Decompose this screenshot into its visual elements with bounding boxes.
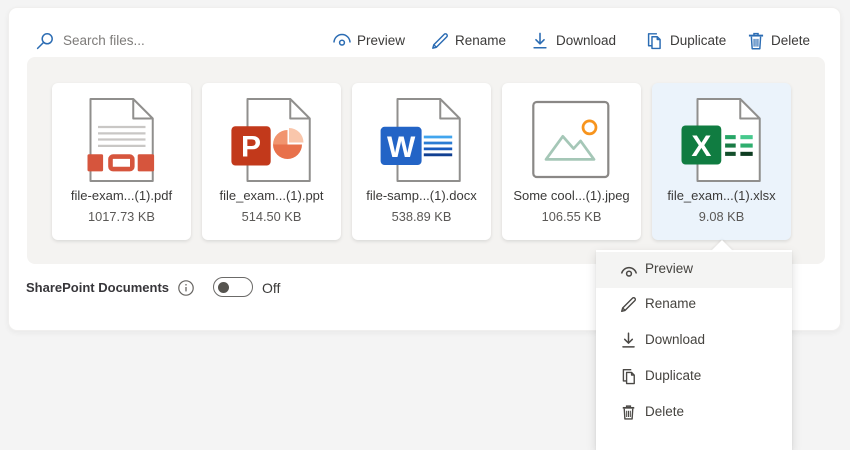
svg-text:P: P — [241, 131, 261, 164]
svg-text:W: W — [387, 131, 416, 164]
svg-text:X: X — [691, 130, 711, 163]
